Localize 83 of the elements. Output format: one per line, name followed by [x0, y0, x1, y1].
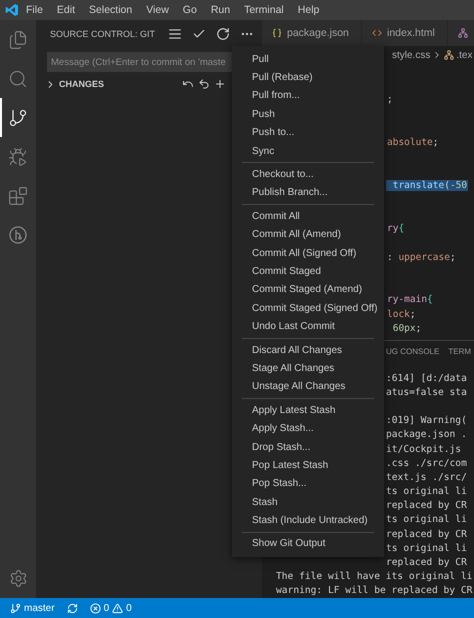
- menu-entry[interactable]: Apply Latest Stash: [232, 401, 384, 420]
- menu-entry[interactable]: Commit All: [232, 207, 384, 226]
- menu-entry[interactable]: Unstage All Changes: [232, 378, 384, 396]
- error-count: 0: [104, 602, 110, 614]
- menu-item[interactable]: Selection: [82, 4, 140, 16]
- terminal-line: ts original li: [386, 542, 467, 554]
- code-line: ry-main{: [386, 294, 434, 306]
- menu-entry[interactable]: Push to...: [232, 124, 384, 142]
- menu-entry[interactable]: Publish Branch...: [232, 184, 384, 202]
- terminal-line: ts original li: [386, 486, 467, 498]
- terminal-line: :614] [d:/data: [386, 372, 467, 384]
- terminal-line: The file will have its original li: [276, 571, 472, 582]
- problems-status[interactable]: 0 0: [90, 602, 132, 614]
- terminal-line: replaced by CR: [386, 528, 467, 540]
- editor-tab[interactable]: index.html: [362, 20, 448, 46]
- braces-icon: [272, 28, 282, 38]
- menu-entry[interactable]: Sync: [232, 142, 384, 160]
- warning-count: 0: [126, 602, 132, 614]
- menu-item[interactable]: Terminal: [237, 4, 291, 16]
- terminal-line: text.js ./src/: [386, 472, 467, 483]
- menu-item[interactable]: Go: [176, 4, 204, 16]
- sync-icon[interactable]: [66, 602, 78, 614]
- terminal-line: replaced by CR: [386, 557, 467, 568]
- menu-entry[interactable]: Pull: [232, 50, 384, 68]
- plus-icon[interactable]: [214, 78, 226, 90]
- menu-entry[interactable]: Stash (Include Untracked): [232, 511, 384, 530]
- menu-entry[interactable]: Undo Last Commit: [232, 317, 384, 336]
- terminal-line: warning: LF will be replaced by CR: [276, 585, 472, 596]
- menu-entry[interactable]: Commit Staged (Amend): [232, 280, 384, 300]
- refresh-icon[interactable]: [216, 27, 230, 41]
- code-icon: [372, 28, 382, 38]
- terminal-line: .css ./src/com: [386, 458, 467, 469]
- menu-entry[interactable]: Commit All (Amend): [232, 226, 384, 244]
- menu-item[interactable]: File: [19, 4, 50, 16]
- menu-entry[interactable]: Push: [232, 105, 384, 124]
- menu-entry[interactable]: Pop Stash...: [232, 474, 384, 493]
- code-line: : uppercase;: [386, 252, 457, 262]
- menu-entry[interactable]: Drop Stash...: [232, 438, 384, 456]
- settings-icon[interactable]: [8, 569, 28, 588]
- menu-entry[interactable]: Checkout to...: [232, 165, 384, 184]
- branch-icon: [10, 602, 21, 614]
- discard-icon[interactable]: [182, 78, 194, 90]
- panel-tab[interactable]: TERM: [448, 347, 472, 357]
- menu-entry[interactable]: Discard All Changes: [232, 340, 384, 360]
- sidebar-title: SOURCE CONTROL: GIT: [50, 29, 156, 39]
- menu-entry[interactable]: Commit All (Signed Off): [232, 244, 384, 262]
- code-line: lock;: [386, 308, 417, 320]
- menu-entry[interactable]: Show Git Output: [232, 534, 384, 554]
- panel-tab[interactable]: UG CONSOLE: [386, 347, 440, 357]
- list-icon[interactable]: [168, 27, 182, 41]
- breadcrumb-item[interactable]: .tex: [456, 50, 472, 60]
- menu-entry[interactable]: Stash: [232, 492, 384, 512]
- menu-item[interactable]: Edit: [50, 4, 82, 16]
- terminal-line: package.json .: [386, 429, 467, 440]
- undo-icon[interactable]: [198, 78, 210, 90]
- branch-status[interactable]: master: [10, 602, 55, 614]
- menu-entry[interactable]: Commit Staged (Signed Off): [232, 299, 384, 318]
- editor-tab[interactable]: package.json: [262, 20, 362, 46]
- section-title[interactable]: CHANGES: [59, 79, 179, 89]
- terminal-line: ts original li: [386, 514, 467, 526]
- code-line: 60px;: [392, 322, 422, 334]
- menu-entry[interactable]: Pop Latest Stash: [232, 456, 384, 475]
- commit-message-field[interactable]: Message (Ctrl+Enter to commit on 'maste: [47, 52, 233, 72]
- breadcrumb-item[interactable]: style.css: [392, 50, 430, 60]
- menu-entry[interactable]: Stage All Changes: [232, 359, 384, 378]
- menu-entry[interactable]: Pull from...: [232, 86, 384, 106]
- error-icon: [90, 602, 101, 614]
- terminal-line: :019] Warning(: [386, 415, 467, 426]
- terminal-line: it/Cockpit.js: [386, 444, 462, 455]
- menu-item[interactable]: View: [139, 4, 176, 16]
- menu-item[interactable]: Run: [204, 4, 238, 16]
- menu-item[interactable]: Help: [290, 4, 326, 16]
- terminal-line: atus=false sta: [386, 386, 467, 398]
- menu-entry[interactable]: Apply Stash...: [232, 419, 384, 438]
- code-line: ;: [386, 94, 394, 106]
- warning-icon: [112, 602, 124, 614]
- code-line: absolute;: [386, 137, 440, 148]
- menu-entry[interactable]: Pull (Rebase): [232, 68, 384, 87]
- selector-icon: [444, 50, 454, 60]
- vscode-logo-icon: [5, 3, 19, 17]
- menu-entry[interactable]: Commit Staged: [232, 262, 384, 281]
- code-line: ry{: [386, 222, 406, 234]
- terminal-line: replaced by CR: [386, 500, 467, 512]
